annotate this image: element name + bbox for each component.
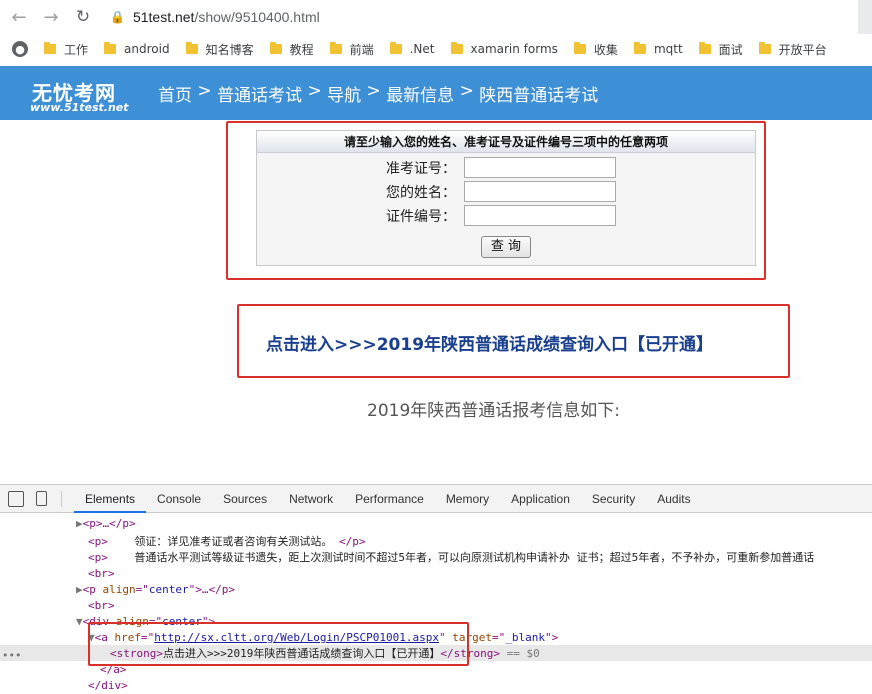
form-heading: 请至少输入您的姓名、准考证号及证件编号三项中的任意两项 — [257, 131, 755, 153]
site-logo[interactable]: 无忧考网 www.51test.net — [30, 73, 130, 114]
reload-icon[interactable]: ↻ — [72, 6, 94, 28]
ticket-number-input[interactable] — [464, 157, 616, 178]
device-toolbar-icon[interactable] — [36, 491, 47, 506]
address-bar: ← → ↻ 🔒 51test.net/show/9510400.html — [0, 0, 872, 34]
bookmark-work[interactable]: 工作 — [44, 41, 88, 58]
id-number-input[interactable] — [464, 205, 616, 226]
tab-memory[interactable]: Memory — [435, 485, 500, 513]
dom-node-p-certificate[interactable]: <p> 普通话水平测试等级证书遗失，距上次测试时间不超过5年者，可以向原测试机构… — [88, 550, 814, 566]
bookmark-android[interactable]: android — [104, 42, 170, 56]
apps-icon[interactable]: ● — [12, 41, 28, 57]
breadcrumb-latest[interactable]: 最新信息 — [386, 81, 454, 106]
url-domain: 51test.net — [132, 9, 195, 25]
url-field[interactable]: 51test.net/show/9510400.html — [133, 9, 320, 25]
query-button[interactable]: 查 询 — [481, 236, 531, 258]
bookmark-openplatform[interactable]: 开放平台 — [758, 41, 827, 58]
folder-icon — [698, 42, 711, 54]
score-query-link[interactable]: 点击进入>>>2019年陕西普通话成绩查询入口【已开通】 — [266, 330, 713, 355]
info-heading: 2019年陕西普通话报考信息如下: — [367, 401, 620, 421]
logo-url: www.51test.net — [30, 101, 129, 114]
back-arrow-icon[interactable]: ← — [8, 6, 30, 28]
breadcrumb-separator: > — [192, 80, 218, 101]
folder-icon — [329, 42, 342, 54]
breadcrumb-separator: > — [302, 80, 328, 101]
ticket-number-label: 准考证号： — [386, 160, 456, 177]
lock-icon[interactable]: 🔒 — [110, 10, 125, 24]
folder-icon — [44, 42, 56, 54]
tab-application[interactable]: Application — [500, 485, 581, 513]
folder-icon — [104, 42, 117, 54]
bookmark-mqtt[interactable]: mqtt — [633, 42, 683, 56]
form-row-name: 您的姓名： — [360, 181, 616, 202]
site-header: 无忧考网 www.51test.net 首页 > 普通话考试 > 导航 > 最新… — [0, 66, 872, 120]
form-row-ticket: 准考证号： — [360, 157, 616, 178]
id-number-label: 证件编号： — [386, 208, 456, 225]
dom-node-p-collapsed[interactable]: ▶<p>…</p> — [76, 516, 136, 532]
folder-icon — [633, 42, 646, 54]
folder-icon — [758, 42, 771, 54]
breadcrumb-separator: > — [361, 80, 387, 101]
dom-node-div-close[interactable]: </div> — [88, 678, 128, 694]
name-input[interactable] — [464, 181, 616, 202]
name-label: 您的姓名： — [386, 184, 456, 201]
folder-icon — [450, 42, 463, 54]
form-row-id: 证件编号： — [360, 205, 616, 226]
bookmark-xamarin[interactable]: xamarin forms — [450, 42, 558, 56]
inspect-element-icon[interactable] — [8, 490, 24, 507]
folder-icon — [389, 42, 402, 54]
dom-node-p-center[interactable]: ▶<p align="center">…</p> — [76, 582, 235, 598]
tab-elements[interactable]: Elements — [74, 485, 147, 513]
tab-audits[interactable]: Audits — [646, 485, 701, 513]
devtools-tabbar: Elements Console Sources Network Perform… — [0, 485, 872, 513]
tab-network[interactable]: Network — [278, 485, 344, 513]
folder-icon — [185, 42, 198, 54]
highlight-box-devtools — [88, 622, 469, 666]
breadcrumb: 首页 > 普通话考试 > 导航 > 最新信息 > 陕西普通话考试 — [158, 81, 598, 106]
dom-node-p-lingzheng[interactable]: <p> 领证：详见准考证或者咨询有关测试站。 </p> — [88, 534, 366, 550]
bookmarks-bar: ● 工作 android 知名博客 教程 前端 .Net xamarin for… — [0, 34, 872, 64]
breadcrumb-home[interactable]: 首页 — [158, 81, 192, 106]
bookmark-frontend[interactable]: 前端 — [329, 41, 374, 58]
breadcrumb-separator: > — [454, 80, 480, 101]
tab-console[interactable]: Console — [146, 485, 212, 513]
bookmark-tutorials[interactable]: 教程 — [269, 41, 314, 58]
more-dots-icon[interactable]: ••• — [2, 649, 21, 662]
scrollbar-edge — [858, 0, 872, 34]
divider — [61, 490, 62, 507]
tab-performance[interactable]: Performance — [344, 485, 435, 513]
url-path: /show/9510400.html — [194, 9, 320, 25]
tab-sources[interactable]: Sources — [212, 485, 278, 513]
breadcrumb-current[interactable]: 陕西普通话考试 — [479, 81, 598, 106]
tab-security[interactable]: Security — [581, 485, 646, 513]
bookmark-interview[interactable]: 面试 — [698, 41, 743, 58]
dom-node-br[interactable]: <br> — [88, 566, 115, 582]
folder-icon — [573, 42, 586, 54]
dom-node-br[interactable]: <br> — [88, 598, 115, 614]
bookmark-collect[interactable]: 收集 — [573, 41, 618, 58]
forward-arrow-icon[interactable]: → — [40, 6, 62, 28]
folder-icon — [269, 42, 282, 54]
breadcrumb-putonghua[interactable]: 普通话考试 — [217, 81, 302, 106]
bookmark-blogs[interactable]: 知名博客 — [185, 41, 254, 58]
breadcrumb-nav[interactable]: 导航 — [327, 81, 361, 106]
bookmark-dotnet[interactable]: .Net — [389, 42, 435, 56]
